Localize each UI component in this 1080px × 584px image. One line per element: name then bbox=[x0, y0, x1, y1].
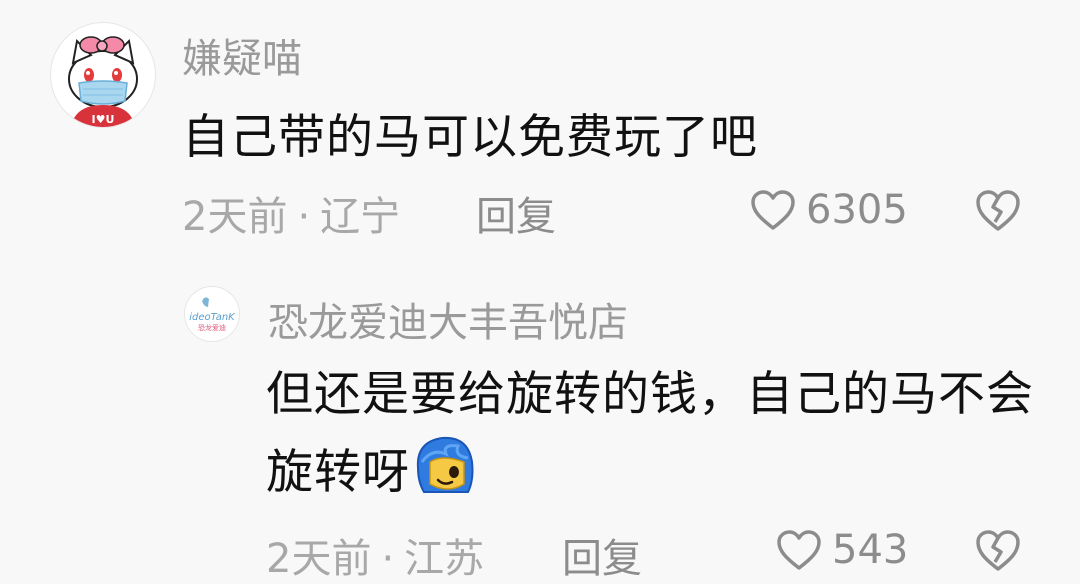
like-button[interactable]: 6305 bbox=[750, 186, 908, 234]
comment-location: 江苏 bbox=[404, 536, 485, 582]
comment-meta: 2天前 · 江苏 bbox=[266, 526, 484, 584]
dislike-button[interactable] bbox=[974, 528, 1022, 576]
reply-button[interactable]: 回复 bbox=[562, 526, 642, 584]
comment-text: 自己带的马可以免费玩了吧 bbox=[182, 110, 758, 165]
blue-hair-face-emoji-icon bbox=[412, 432, 478, 520]
dislike-button[interactable] bbox=[974, 188, 1022, 236]
comment-meta: 2天前 · 辽宁 bbox=[182, 184, 400, 242]
like-button[interactable]: 543 bbox=[776, 526, 908, 574]
comment-text-content: 但还是要给旋转的钱，自己的马不会旋转呀 bbox=[266, 367, 1034, 500]
comment-username[interactable]: 嫌疑喵 bbox=[182, 26, 302, 84]
like-count: 543 bbox=[832, 527, 909, 573]
svg-text:ideoTanK: ideoTanK bbox=[189, 312, 236, 323]
meta-separator: · bbox=[297, 194, 311, 240]
meta-separator: · bbox=[381, 536, 395, 582]
comment-time: 2天前 bbox=[182, 194, 288, 240]
hello-kitty-avatar-icon: I♥U bbox=[68, 36, 138, 127]
heart-icon bbox=[777, 530, 821, 570]
ideotank-logo-icon: ideoTanK 恐龙爱迪 bbox=[186, 288, 238, 340]
like-count: 6305 bbox=[806, 187, 908, 233]
svg-text:I♥U: I♥U bbox=[92, 113, 115, 126]
svg-text:恐龙爱迪: 恐龙爱迪 bbox=[198, 323, 226, 332]
comment-time: 2天前 bbox=[266, 536, 372, 582]
reply-button[interactable]: 回复 bbox=[476, 184, 556, 242]
comment-username[interactable]: 恐龙爱迪大丰吾悦店 bbox=[268, 290, 628, 348]
comment-text: 但还是要给旋转的钱，自己的马不会旋转呀 bbox=[266, 358, 1056, 520]
user-avatar[interactable]: ideoTanK 恐龙爱迪 bbox=[184, 286, 240, 342]
heart-icon bbox=[751, 190, 795, 230]
broken-heart-icon bbox=[976, 530, 1020, 571]
broken-heart-icon bbox=[976, 190, 1020, 231]
user-avatar[interactable]: I♥U bbox=[50, 22, 156, 128]
comment-location: 辽宁 bbox=[320, 194, 401, 240]
